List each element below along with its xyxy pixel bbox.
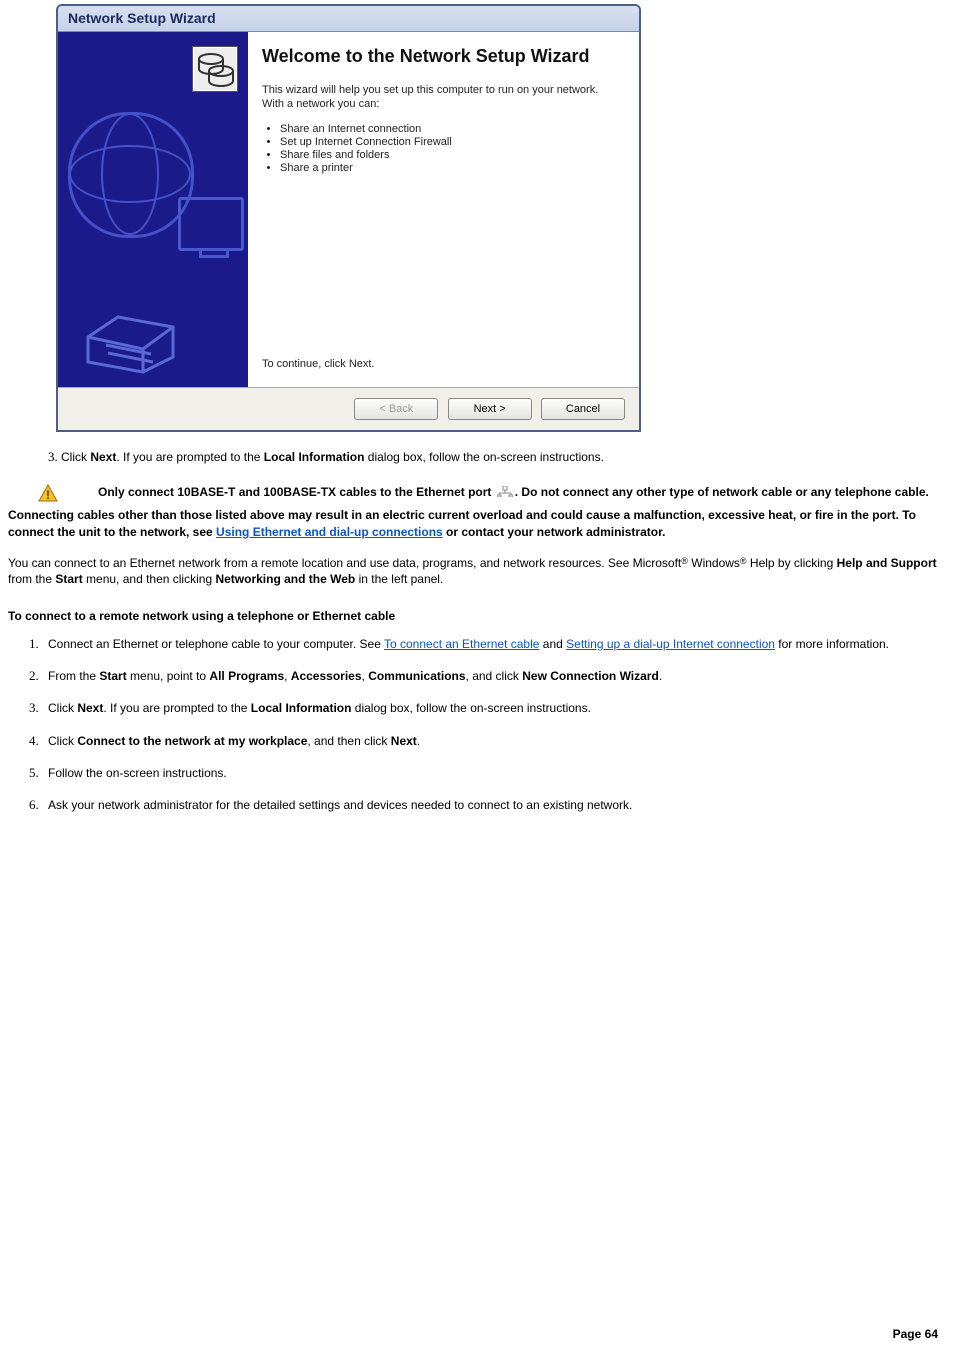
caution-block: ! Only connect 10BASE-T and 100BASE-TX c… (8, 484, 946, 540)
text: . If you are prompted to the (116, 450, 263, 464)
dialog-body: Welcome to the Network Setup Wizard This… (58, 32, 639, 387)
text-bold: Next (90, 450, 116, 464)
text: Click (61, 450, 90, 464)
text-bold: Connect to the network at my workplace (77, 734, 307, 748)
text: in the left panel. (355, 572, 443, 586)
caution-text: Only connect 10BASE-T and 100BASE-TX cab… (98, 485, 495, 499)
bullet-item: Set up Internet Connection Firewall (280, 136, 621, 148)
text-bold: Local Information (264, 450, 365, 464)
text: , and click (466, 669, 523, 683)
text: dialog box, follow the on-screen instruc… (351, 701, 590, 715)
text-bold: All Programs (209, 669, 284, 683)
bullet-item: Share an Internet connection (280, 123, 621, 135)
text: dialog box, follow the on-screen instruc… (364, 450, 603, 464)
bullet-item: Share a printer (280, 162, 621, 174)
text: , (284, 669, 291, 683)
disks-icon (192, 46, 238, 92)
remote-steps-list: Connect an Ethernet or telephone cable t… (8, 635, 946, 814)
caution-text: or contact your network administrator. (443, 525, 666, 539)
bullet-item: Share files and folders (280, 149, 621, 161)
page-number: Page 64 (893, 1327, 938, 1341)
text-bold: Start (55, 572, 82, 586)
globe-icon (68, 112, 194, 238)
continued-step-list: Click Next. If you are prompted to the L… (8, 448, 946, 466)
ethernet-port-icon (497, 485, 513, 502)
text: Ask your network administrator for the d… (48, 798, 632, 812)
text-bold: Communications (368, 669, 465, 683)
back-button: < Back (354, 398, 438, 420)
text-bold: Local Information (251, 701, 352, 715)
paragraph: You can connect to an Ethernet network f… (8, 555, 946, 589)
link-dialup-setup[interactable]: Setting up a dial-up Internet connection (566, 637, 775, 651)
text-bold: Accessories (291, 669, 362, 683)
registered-symbol: ® (681, 556, 688, 566)
text: menu, and then clicking (83, 572, 216, 586)
list-item: Follow the on-screen instructions. (42, 764, 946, 782)
text: menu, point to (127, 669, 210, 683)
list-item: Click Next. If you are prompted to the L… (42, 448, 946, 466)
text-bold: Networking and the Web (215, 572, 355, 586)
text-bold: Next (391, 734, 417, 748)
text: and (539, 637, 566, 651)
document-body: Click Next. If you are prompted to the L… (8, 448, 946, 814)
list-item: Click Next. If you are prompted to the L… (42, 699, 946, 717)
text: for more information. (775, 637, 889, 651)
link-connect-ethernet[interactable]: To connect an Ethernet cable (384, 637, 539, 651)
printer-icon (78, 307, 188, 377)
text: , and then click (307, 734, 390, 748)
section-heading: To connect to a remote network using a t… (8, 608, 946, 625)
text: Click (48, 701, 77, 715)
network-setup-wizard-dialog: Network Setup Wizard Welcome to the Netw… (56, 4, 641, 432)
wizard-continue: To continue, click Next. (262, 357, 621, 371)
dialog-titlebar: Network Setup Wizard (58, 6, 639, 32)
text-bold: Help and Support (837, 556, 937, 570)
text: from the (8, 572, 55, 586)
text: Help by clicking (747, 556, 837, 570)
text: . If you are prompted to the (103, 701, 250, 715)
text: You can connect to an Ethernet network f… (8, 556, 681, 570)
wizard-heading: Welcome to the Network Setup Wizard (262, 46, 621, 67)
list-item: From the Start menu, point to All Progra… (42, 667, 946, 685)
wizard-side-graphic (58, 32, 248, 387)
text: Follow the on-screen instructions. (48, 766, 227, 780)
monitor-icon (178, 197, 244, 251)
wizard-button-row: < Back Next > Cancel (58, 387, 639, 430)
list-item: Ask your network administrator for the d… (42, 796, 946, 814)
text-bold: Next (77, 701, 103, 715)
warning-icon: ! (38, 484, 58, 507)
wizard-bullets: Share an Internet connection Set up Inte… (262, 122, 621, 175)
text: . (417, 734, 420, 748)
text-bold: Start (99, 669, 126, 683)
text: From the (48, 669, 99, 683)
text: Connect an Ethernet or telephone cable t… (48, 637, 384, 651)
cancel-button[interactable]: Cancel (541, 398, 625, 420)
list-item: Connect an Ethernet or telephone cable t… (42, 635, 946, 653)
wizard-content: Welcome to the Network Setup Wizard This… (248, 32, 639, 387)
text: Click (48, 734, 77, 748)
registered-symbol: ® (740, 556, 747, 566)
link-ethernet-dialup[interactable]: Using Ethernet and dial-up connections (216, 525, 443, 539)
next-button[interactable]: Next > (448, 398, 532, 420)
text-bold: New Connection Wizard (522, 669, 659, 683)
list-item: Click Connect to the network at my workp… (42, 732, 946, 750)
text: Windows (688, 556, 740, 570)
svg-text:!: ! (46, 488, 50, 502)
wizard-intro: This wizard will help you set up this co… (262, 83, 621, 112)
text: . (659, 669, 662, 683)
